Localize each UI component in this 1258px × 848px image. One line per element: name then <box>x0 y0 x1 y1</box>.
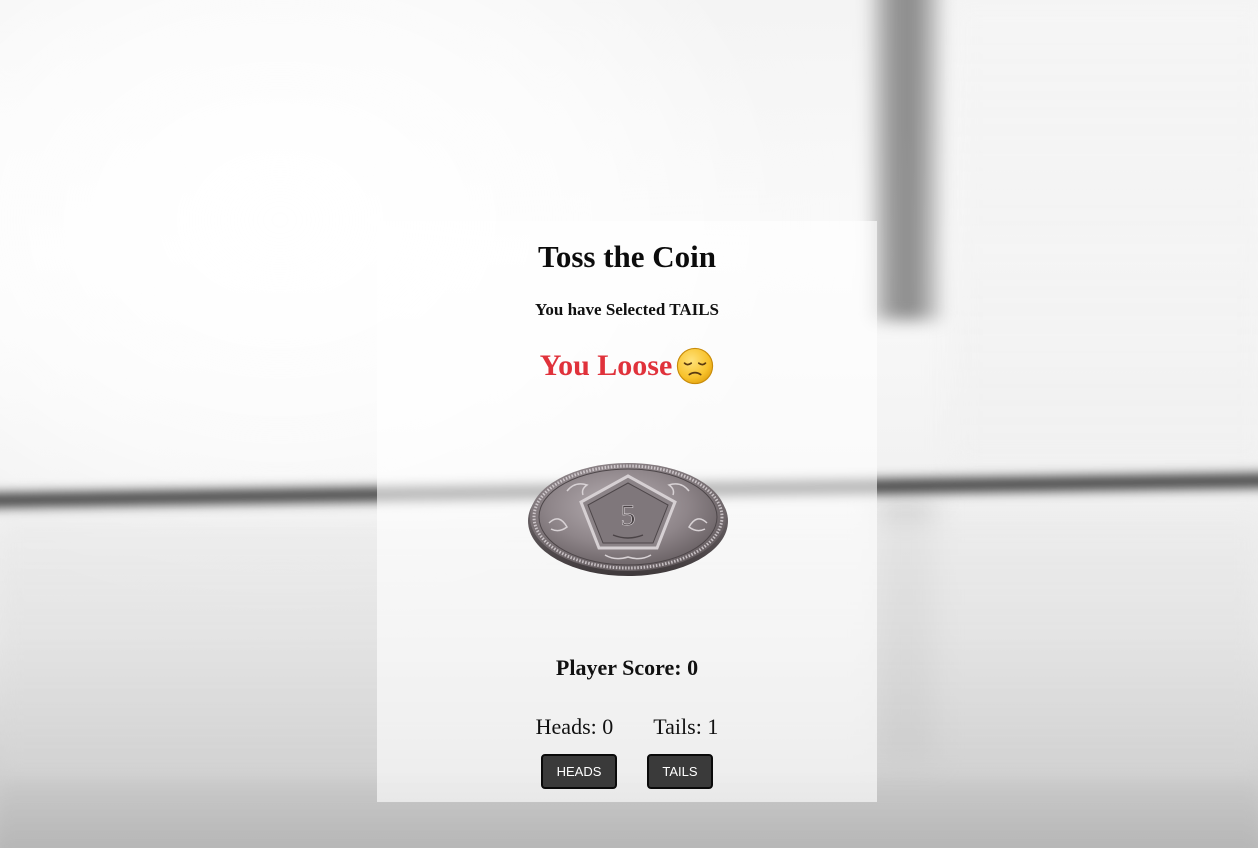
sad-face-emoji-icon <box>677 347 714 385</box>
result-message: You Loose <box>377 347 877 385</box>
heads-count: Heads: 0 <box>535 714 614 739</box>
toss-counts: Heads: 0 Tails: 1 <box>377 714 877 740</box>
choice-buttons: HEADS TAILS <box>377 754 877 789</box>
coin-image: 5 <box>527 459 729 577</box>
tails-button[interactable]: TAILS <box>647 754 713 789</box>
game-title: Toss the Coin <box>537 239 717 274</box>
coin-numeral: 5 <box>621 499 636 532</box>
result-text: You Loose <box>539 349 673 382</box>
tails-count: Tails: 1 <box>653 714 719 739</box>
selection-message: You have Selected TAILS <box>534 300 720 319</box>
heads-button[interactable]: HEADS <box>541 754 617 789</box>
game-card: Toss the Coin You have Selected TAILS Yo… <box>377 221 877 802</box>
player-score: Player Score: 0 <box>555 655 699 680</box>
